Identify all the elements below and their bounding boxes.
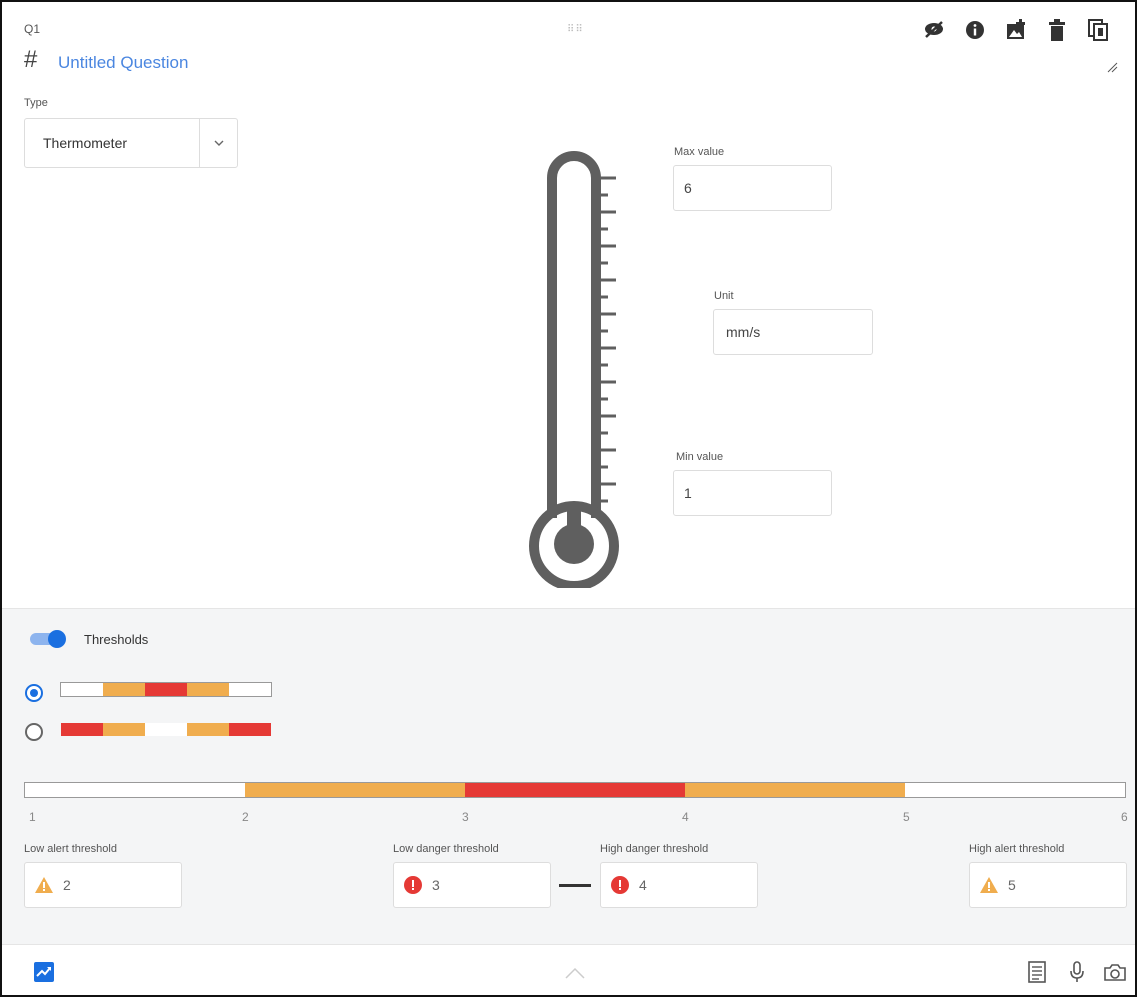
chevron-up-icon[interactable]	[564, 966, 586, 980]
question-title[interactable]: Untitled Question	[58, 53, 188, 73]
drag-handle-icon[interactable]: ⠿⠿	[567, 24, 584, 35]
low-danger-threshold-label: Low danger threshold	[393, 843, 499, 855]
high-danger-threshold-input[interactable]: 4	[600, 862, 758, 908]
hash-icon: #	[24, 46, 38, 73]
high-alert-threshold-input[interactable]: 5	[969, 862, 1127, 908]
thresholds-toggle[interactable]	[30, 630, 68, 648]
warning-icon	[35, 877, 53, 893]
unit-input[interactable]: mm/s	[713, 309, 873, 355]
range-dash	[559, 884, 591, 887]
high-alert-threshold-value: 5	[1008, 877, 1016, 893]
chart-icon[interactable]	[34, 962, 54, 982]
threshold-layout-radio-1[interactable]	[25, 684, 43, 702]
threshold-layout-preview-1[interactable]	[60, 682, 272, 697]
footer-divider	[2, 944, 1135, 945]
scale-tick: 3	[462, 810, 469, 824]
type-select[interactable]: Thermometer	[24, 118, 238, 168]
trash-icon[interactable]	[1045, 18, 1069, 42]
low-alert-threshold-input[interactable]: 2	[24, 862, 182, 908]
high-danger-threshold-label: High danger threshold	[600, 843, 709, 855]
error-icon	[611, 876, 629, 894]
scale-segment-normal-high	[905, 783, 1125, 797]
note-icon[interactable]	[1026, 960, 1048, 984]
threshold-layout-radio-2[interactable]	[25, 723, 43, 741]
low-danger-threshold-value: 3	[432, 877, 440, 893]
toggle-knob	[48, 630, 66, 648]
scale-segment-normal-low	[25, 783, 245, 797]
microphone-icon[interactable]	[1067, 960, 1087, 984]
scale-tick: 2	[242, 810, 249, 824]
eye-slash-icon[interactable]	[922, 18, 946, 42]
type-label: Type	[24, 97, 48, 109]
camera-icon[interactable]	[1103, 961, 1127, 983]
question-toolbar	[922, 18, 1110, 42]
scale-segment-alert-low	[245, 783, 465, 797]
thresholds-label: Thresholds	[84, 632, 149, 647]
warning-icon	[980, 877, 998, 893]
max-value-label: Max value	[674, 146, 725, 158]
unit-label: Unit	[714, 290, 734, 302]
scale-segment-danger	[465, 783, 685, 797]
min-value-label: Min value	[676, 451, 724, 463]
duplicate-icon[interactable]	[1086, 18, 1110, 42]
scale-tick: 4	[682, 810, 689, 824]
low-alert-threshold-value: 2	[63, 877, 71, 893]
question-number: Q1	[24, 22, 41, 36]
min-value-input[interactable]: 1	[673, 470, 832, 516]
chevron-down-icon[interactable]	[199, 119, 237, 167]
threshold-layout-preview-2[interactable]	[60, 722, 272, 737]
add-image-icon[interactable]	[1004, 18, 1028, 42]
info-icon[interactable]	[963, 18, 987, 42]
low-alert-threshold-label: Low alert threshold	[24, 843, 117, 855]
scale-tick: 6	[1121, 810, 1128, 824]
resize-handle-icon[interactable]	[1106, 60, 1118, 73]
max-value-input[interactable]: 6	[673, 165, 832, 211]
scale-tick: 5	[903, 810, 910, 824]
type-select-value: Thermometer	[43, 135, 128, 151]
high-danger-threshold-value: 4	[639, 877, 647, 893]
error-icon	[404, 876, 422, 894]
low-danger-threshold-input[interactable]: 3	[393, 862, 551, 908]
high-alert-threshold-label: High alert threshold	[969, 843, 1065, 855]
scale-segment-alert-high	[685, 783, 905, 797]
threshold-scale-bar	[24, 782, 1126, 798]
scale-tick: 1	[29, 810, 36, 824]
thermometer-icon	[524, 148, 624, 593]
